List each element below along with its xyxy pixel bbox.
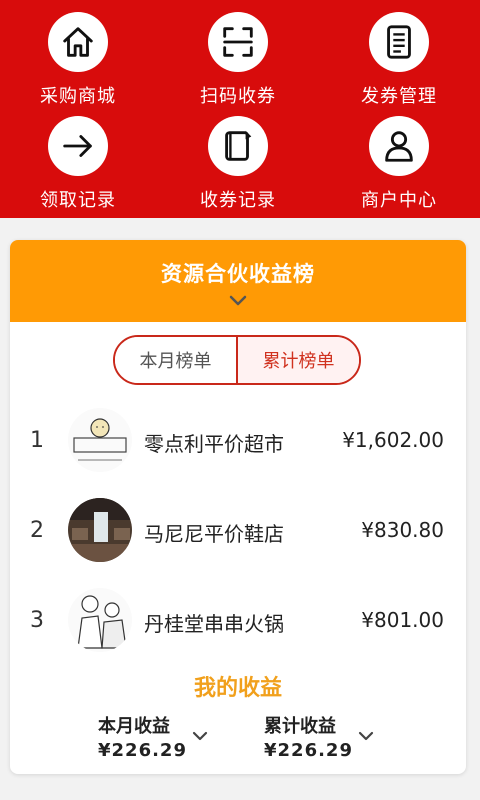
avatar	[68, 588, 132, 652]
nav-icon-circle	[369, 116, 429, 176]
nav-item-merchant-center[interactable]: 商户中心	[339, 116, 459, 212]
ranking-title: 资源合伙收益榜	[161, 262, 315, 286]
nav-icon-circle	[48, 12, 108, 72]
nav-item-shop[interactable]: 采购商城	[18, 12, 138, 108]
nav-label: 扫码收券	[200, 86, 276, 107]
header-nav-panel: 采购商城 扫码收券 发券管理 领取记录 收券记录 商户中心	[0, 0, 480, 218]
nav-icon-circle	[369, 12, 429, 72]
chevron-down-icon[interactable]	[358, 730, 374, 742]
tab-monthly[interactable]: 本月榜单	[115, 337, 238, 383]
avatar	[68, 498, 132, 562]
total-earnings-value: ¥226.29	[264, 740, 353, 761]
total-earnings[interactable]: 累计收益 ¥226.29	[264, 712, 414, 761]
user-icon	[385, 131, 413, 162]
monthly-earnings-value: ¥226.29	[98, 740, 187, 761]
merchant-earnings: ¥801.00	[361, 608, 444, 632]
nav-label: 收券记录	[200, 190, 276, 211]
nav-item-scan[interactable]: 扫码收券	[178, 12, 298, 108]
nav-label: 商户中心	[361, 190, 437, 211]
chevron-down-icon[interactable]	[192, 730, 208, 742]
avatar	[68, 408, 132, 472]
monthly-earnings-label: 本月收益	[98, 716, 170, 737]
merchant-name: 零点利平价超市	[144, 432, 284, 456]
nav-item-coupon-manage[interactable]: 发券管理	[339, 12, 459, 108]
nav-item-receive-records[interactable]: 收券记录	[178, 116, 298, 212]
rank-number: 1	[30, 428, 44, 453]
merchant-earnings: ¥1,602.00	[342, 428, 444, 452]
nav-icon-circle	[208, 12, 268, 72]
nav-item-claim-records[interactable]: 领取记录	[18, 116, 138, 212]
nav-label: 领取记录	[40, 190, 116, 211]
ranking-row[interactable]: 2 马尼尼平价鞋店 ¥830.80	[10, 494, 466, 574]
house-icon	[63, 27, 93, 57]
ranking-banner: 资源合伙收益榜	[10, 240, 466, 322]
nav-label: 采购商城	[40, 86, 116, 107]
chevron-down-icon[interactable]	[228, 294, 248, 308]
nav-icon-circle	[208, 116, 268, 176]
ranking-row[interactable]: 3 丹桂堂串串火锅 ¥801.00	[10, 584, 466, 664]
arrow-right-icon	[63, 135, 92, 157]
scan-icon	[223, 27, 253, 57]
monthly-earnings[interactable]: 本月收益 ¥226.29	[98, 712, 248, 761]
total-earnings-label: 累计收益	[264, 716, 336, 737]
rank-number: 2	[30, 518, 44, 543]
nav-icon-circle	[48, 116, 108, 176]
merchant-earnings: ¥830.80	[361, 518, 444, 542]
ranking-card: 资源合伙收益榜 本月榜单 累计榜单 1 零点利平价超市 ¥1,602.00 2	[10, 240, 466, 774]
ranking-tab-toggle: 本月榜单 累计榜单	[113, 335, 361, 385]
nav-label: 发券管理	[361, 86, 437, 107]
merchant-name: 丹桂堂串串火锅	[144, 612, 284, 636]
document-icon	[387, 25, 411, 59]
notebook-icon	[225, 130, 252, 161]
ranking-row[interactable]: 1 零点利平价超市 ¥1,602.00	[10, 404, 466, 484]
merchant-name: 马尼尼平价鞋店	[144, 522, 284, 546]
my-earnings-title: 我的收益	[193, 676, 282, 701]
tab-cumulative[interactable]: 累计榜单	[238, 337, 359, 383]
rank-number: 3	[30, 608, 44, 633]
